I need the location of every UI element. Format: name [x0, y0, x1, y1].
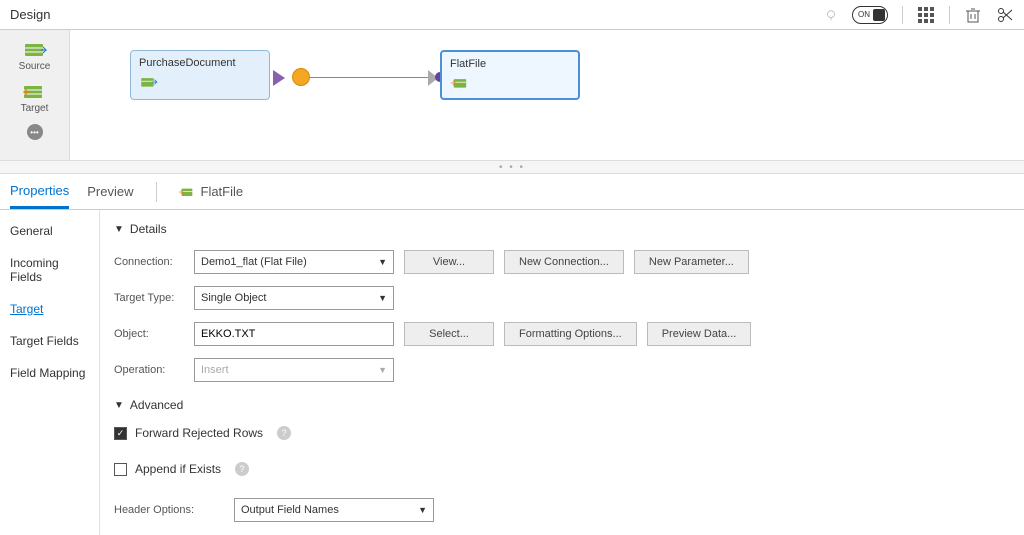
- tab-context[interactable]: FlatFile: [179, 176, 244, 207]
- append-if-exists-checkbox[interactable]: [114, 463, 127, 476]
- palette-target[interactable]: Target: [21, 82, 49, 114]
- chevron-down-icon: ▼: [114, 224, 124, 235]
- section-advanced[interactable]: ▼ Advanced: [114, 398, 1010, 412]
- nav-field-mapping[interactable]: Field Mapping: [10, 366, 89, 380]
- object-label: Object:: [114, 328, 194, 340]
- properties-sidenav: General Incoming Fields Target Target Fi…: [0, 210, 100, 535]
- section-details[interactable]: ▼ Details: [114, 222, 1010, 236]
- expression-node[interactable]: [292, 68, 310, 86]
- palette-source[interactable]: Source: [19, 40, 51, 72]
- nav-general[interactable]: General: [10, 224, 89, 238]
- preview-data-button[interactable]: Preview Data...: [647, 322, 752, 346]
- source-node[interactable]: PurchaseDocument: [130, 50, 270, 100]
- connection-select[interactable]: Demo1_flat (Flat File) ▼: [194, 250, 394, 274]
- chevron-down-icon: ▼: [114, 400, 124, 411]
- chevron-down-icon: ▼: [378, 257, 387, 267]
- panel-drag-handle[interactable]: • • •: [0, 160, 1024, 174]
- chevron-down-icon: ▼: [378, 293, 387, 303]
- help-icon[interactable]: ?: [235, 462, 249, 476]
- mapping-canvas[interactable]: PurchaseDocument FlatFile: [70, 30, 1024, 160]
- help-icon[interactable]: ?: [277, 426, 291, 440]
- transformation-palette: Source Target •••: [0, 30, 70, 160]
- target-node[interactable]: FlatFile: [440, 50, 580, 100]
- new-parameter-button[interactable]: New Parameter...: [634, 250, 749, 274]
- tab-properties[interactable]: Properties: [10, 175, 69, 209]
- header-options-select[interactable]: Output Field Names ▼: [234, 498, 434, 522]
- chevron-down-icon: ▼: [378, 365, 387, 375]
- tab-preview[interactable]: Preview: [87, 176, 133, 207]
- operation-select: Insert ▼: [194, 358, 394, 382]
- connection-label: Connection:: [114, 256, 194, 268]
- view-button[interactable]: View...: [404, 250, 494, 274]
- flow-connector: [310, 77, 428, 78]
- nav-incoming-fields[interactable]: Incoming Fields: [10, 256, 89, 284]
- select-button[interactable]: Select...: [404, 322, 494, 346]
- target-type-label: Target Type:: [114, 292, 194, 304]
- append-if-exists-label: Append if Exists: [135, 462, 221, 476]
- forward-rejected-checkbox[interactable]: [114, 427, 127, 440]
- operation-label: Operation:: [114, 364, 194, 376]
- scissors-icon[interactable]: [996, 6, 1014, 24]
- target-type-select[interactable]: Single Object ▼: [194, 286, 394, 310]
- node-output-port[interactable]: [273, 70, 285, 86]
- nav-target[interactable]: Target: [10, 302, 89, 316]
- nav-target-fields[interactable]: Target Fields: [10, 334, 89, 348]
- page-title: Design: [10, 7, 50, 22]
- palette-more[interactable]: •••: [27, 124, 43, 140]
- forward-rejected-label: Forward Rejected Rows: [135, 426, 263, 440]
- trash-icon[interactable]: [964, 6, 982, 24]
- formatting-options-button[interactable]: Formatting Options...: [504, 322, 637, 346]
- new-connection-button[interactable]: New Connection...: [504, 250, 624, 274]
- chevron-down-icon: ▼: [418, 505, 427, 515]
- header-options-label: Header Options:: [114, 504, 234, 516]
- overview-toggle[interactable]: ON: [852, 6, 888, 24]
- object-input[interactable]: [194, 322, 394, 346]
- lightbulb-icon[interactable]: [824, 8, 838, 22]
- grid-icon[interactable]: [917, 6, 935, 24]
